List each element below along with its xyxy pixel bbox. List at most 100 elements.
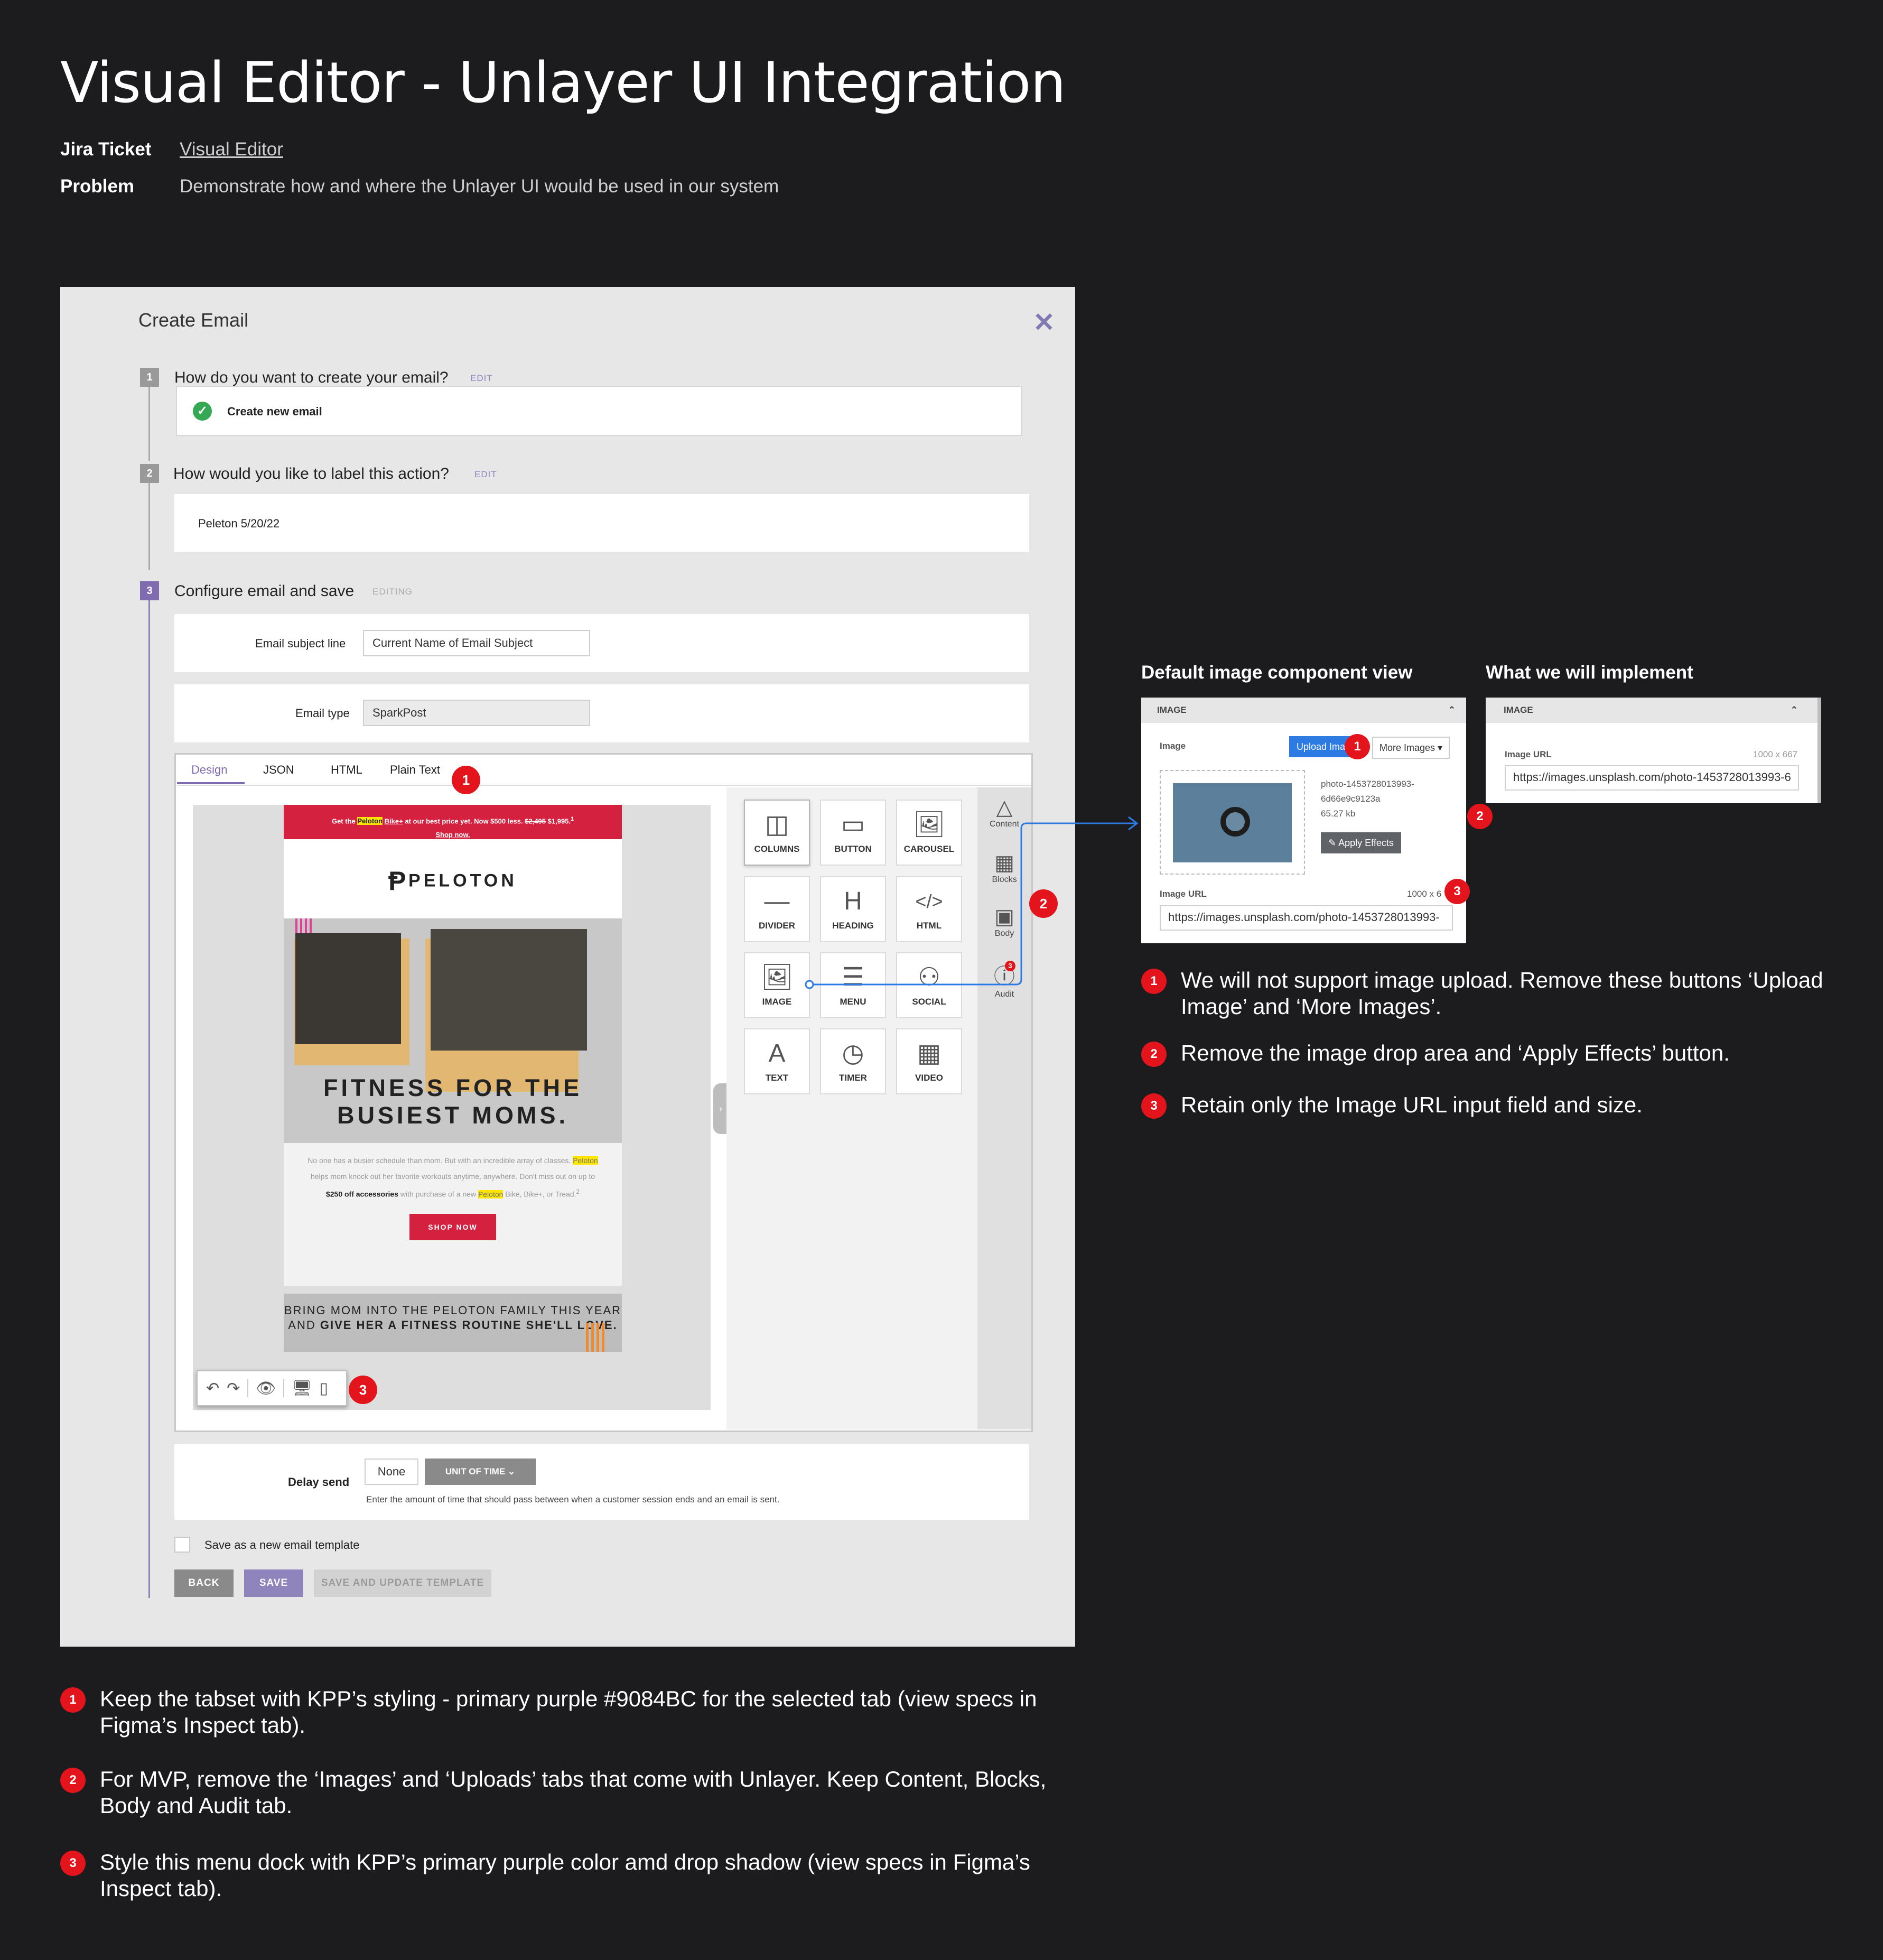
note-marker-2: 2 [60, 1768, 86, 1793]
image-card-header: IMAGE ⌃ [1486, 698, 1821, 723]
note-marker-2: 2 [1141, 1042, 1167, 1067]
step-1-number: 1 [140, 368, 159, 387]
more-images-button[interactable]: More Images ▾ [1372, 737, 1450, 759]
tile-video[interactable]: ▦ VIDEO [896, 1028, 962, 1094]
step-2-edit-link[interactable]: EDIT [474, 469, 497, 480]
chevron-down-icon: ⌄ [507, 1466, 516, 1476]
marker-2: 2 [1029, 889, 1058, 918]
image-file-info: photo-1453728013993- 6d66e9c9123a 65.27 … [1321, 779, 1414, 819]
subject-label: Email subject line [255, 637, 346, 650]
note-marker-3: 3 [60, 1851, 86, 1876]
tab-selected-indicator [177, 782, 245, 784]
problem-label: Problem [60, 176, 135, 197]
promo-banner: Get the Peloton Bike+ at our best price … [284, 805, 622, 839]
bottom-band: BRING MOM INTO THE PELOTON FAMILY THIS Y… [284, 1294, 622, 1352]
dock-separator [283, 1379, 285, 1397]
image-card-header: IMAGE ⌃ [1141, 698, 1466, 723]
image-size: 1000 x 6 [1407, 889, 1442, 899]
tab-plain-text[interactable]: Plain Text [390, 763, 440, 777]
image-size: 1000 x 667 [1753, 749, 1798, 759]
desktop-icon[interactable]: 🖥 [292, 1379, 312, 1398]
lens-icon [1220, 807, 1250, 837]
image-url-input[interactable]: https://images.unsplash.com/photo-145372… [1160, 905, 1453, 931]
marker-2: 2 [1467, 804, 1493, 829]
marker-1: 1 [1345, 734, 1370, 759]
step-connector [148, 387, 150, 461]
email-preview[interactable]: Get the Peloton Bike+ at our best price … [284, 805, 622, 1352]
modal-title: Create Email [138, 309, 249, 331]
step-3-question: Configure email and save [174, 582, 355, 600]
hero-photo-left [295, 933, 401, 1044]
note-marker-3: 3 [1141, 1093, 1167, 1119]
logo-area: Ᵽ PELOTON [284, 839, 622, 918]
back-button[interactable]: BACK [174, 1569, 234, 1597]
save-button[interactable]: SAVE [244, 1569, 303, 1597]
apply-effects-button[interactable]: ✎ Apply Effects [1321, 832, 1401, 853]
tile-image[interactable]: 🖼 IMAGE [744, 952, 810, 1018]
step-1-edit-link[interactable]: EDIT [470, 373, 493, 384]
image-url-input[interactable]: https://images.unsplash.com/photo-145372… [1505, 765, 1799, 791]
tile-divider[interactable]: — DIVIDER [744, 876, 810, 942]
card-scrollbar[interactable] [1817, 698, 1821, 803]
note-marker-1: 1 [60, 1687, 86, 1713]
step-2-value: Peleton 5/20/22 [198, 517, 280, 530]
video-icon: ▦ [917, 1039, 941, 1067]
delay-help-text: Enter the amount of time that should pas… [366, 1494, 780, 1504]
tab-html[interactable]: HTML [331, 763, 362, 777]
note-1: Keep the tabset with KPP’s styling - pri… [100, 1686, 1037, 1738]
tile-columns[interactable]: ◫ COLUMNS [744, 800, 810, 866]
mobile-icon[interactable]: ▯ [319, 1379, 328, 1398]
chevron-up-icon[interactable]: ⌃ [1791, 705, 1798, 716]
page-title: Visual Editor - Unlayer UI Integration [60, 50, 1066, 115]
redo-icon[interactable]: ↷ [227, 1379, 240, 1398]
email-type-label: Email type [295, 707, 350, 720]
magic-wand-icon: ✎ [1328, 838, 1337, 848]
dock-separator [247, 1379, 249, 1397]
tab-design[interactable]: Design [191, 763, 227, 777]
upload-image-button[interactable]: Upload Ima [1289, 736, 1354, 757]
close-icon[interactable]: ✕ [1033, 309, 1055, 336]
step-connector [148, 483, 150, 570]
implement-heading: What we will implement [1486, 662, 1693, 683]
chevron-up-icon[interactable]: ⌃ [1448, 705, 1456, 716]
tile-text[interactable]: A TEXT [744, 1028, 810, 1094]
jira-ticket-link[interactable]: Visual Editor [180, 139, 283, 160]
body-copy: No one has a busier schedule than mom. B… [307, 1156, 598, 1199]
save-template-checkbox[interactable] [174, 1537, 190, 1553]
marker-3: 3 [1444, 879, 1470, 904]
connector-arrow [805, 816, 1139, 989]
marker-1: 1 [452, 766, 480, 794]
timer-icon: ◷ [842, 1039, 864, 1067]
image-url-label: Image URL [1160, 889, 1207, 899]
save-update-template-button: SAVE AND UPDATE TEMPLATE [314, 1569, 491, 1597]
tab-divider [177, 785, 1031, 786]
stripes-decoration [586, 1323, 606, 1352]
delay-label: Delay send [288, 1475, 350, 1489]
body-section: No one has a busier schedule than mom. B… [284, 1143, 622, 1286]
shop-now-button[interactable]: SHOP NOW [409, 1213, 496, 1240]
image-icon: 🖼 [761, 963, 793, 991]
step-connector-active [148, 600, 150, 1598]
preview-eye-icon[interactable]: 👁 [256, 1379, 276, 1398]
note-marker-1: 1 [1141, 969, 1167, 994]
peloton-logo-icon: Ᵽ [388, 866, 406, 896]
subject-input[interactable]: Current Name of Email Subject [363, 630, 590, 656]
checkmark-icon: ✓ [193, 402, 212, 421]
columns-icon: ◫ [765, 811, 789, 839]
note-3: Style this menu dock with KPP’s primary … [100, 1850, 1030, 1901]
step-1-value: Create new email [227, 405, 322, 418]
logo-text: PELOTON [408, 870, 517, 891]
tile-timer[interactable]: ◷ TIMER [820, 1028, 886, 1094]
tab-json[interactable]: JSON [263, 763, 294, 777]
jira-ticket-label: Jira Ticket [60, 139, 152, 160]
unit-of-time-dropdown[interactable]: UNIT OF TIME ⌄ [425, 1459, 536, 1485]
step-2-number: 2 [140, 464, 159, 483]
panel-collapse-handle[interactable]: › [713, 1083, 728, 1134]
image-thumbnail [1173, 783, 1292, 862]
hero-headline: FITNESS FOR THE BUSIEST MOMS. [323, 1074, 582, 1129]
default-view-heading: Default image component view [1141, 662, 1413, 683]
delay-input[interactable]: None [365, 1459, 418, 1485]
section-gap [284, 1286, 622, 1294]
undo-icon[interactable]: ↶ [206, 1379, 219, 1398]
text-icon: A [768, 1039, 786, 1067]
